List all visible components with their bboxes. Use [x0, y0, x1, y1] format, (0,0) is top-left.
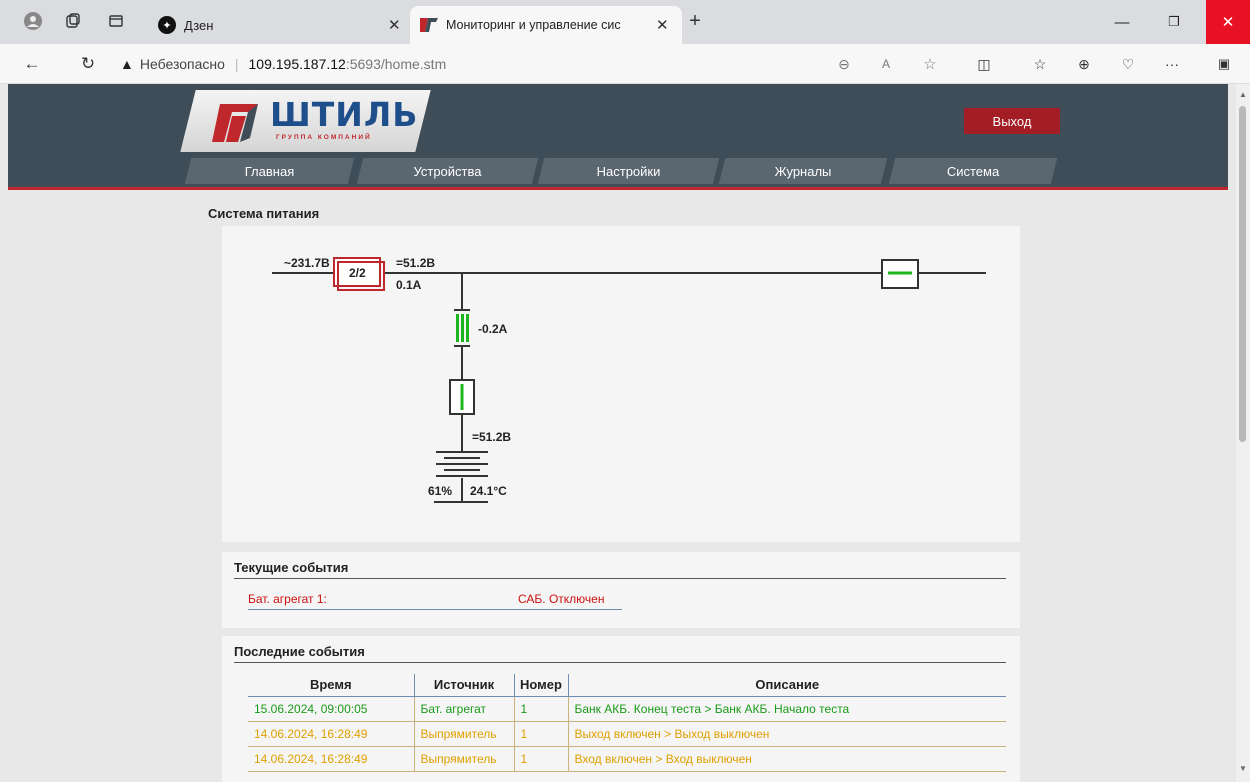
menu-item-settings[interactable]: Настройки: [537, 158, 720, 184]
tab-title: Дзен: [184, 17, 214, 33]
table-row: 14.06.2024, 16:28:49 Выпрямитель 1 Выход…: [248, 721, 1006, 747]
menu-label: Главная: [244, 163, 295, 179]
cell-source: Выпрямитель: [413, 746, 514, 772]
table-row: 15.06.2024, 09:00:05 Бат. агрегат 1 Банк…: [248, 696, 1006, 722]
menu-label: Устройства: [413, 163, 482, 179]
shtil-logo: ШТИЛЬ ГРУППА КОМПАНИЙ: [180, 90, 431, 152]
last-events-panel: Последние события Время Источник Номер О…: [222, 636, 1020, 782]
restore-icon[interactable]: ❐: [1152, 0, 1196, 44]
cell-time: 14.06.2024, 16:28:49: [248, 721, 414, 747]
menu-label: Система: [946, 163, 1000, 179]
favorite-star-icon[interactable]: ☆: [918, 52, 942, 76]
menu-label: Журналы: [774, 163, 832, 179]
page-content: ШТИЛЬ ГРУППА КОМПАНИЙ Выход Главная Устр…: [8, 84, 1228, 782]
tab-dzen[interactable]: ✦ Дзен ✕: [158, 6, 408, 44]
sidebar-toggle-icon[interactable]: ▣: [1212, 52, 1236, 76]
tab-actions-icon[interactable]: [105, 10, 127, 32]
cell-description: Банк АКБ. Конец теста > Банк АКБ. Начало…: [567, 696, 1006, 722]
col-time: Время: [248, 674, 414, 697]
site-header: ШТИЛЬ ГРУППА КОМПАНИЙ Выход Главная Устр…: [8, 84, 1228, 190]
cell-number: 1: [513, 746, 568, 772]
minimize-icon[interactable]: —: [1100, 0, 1144, 44]
menu-label: Настройки: [596, 163, 661, 179]
menu-item-logs[interactable]: Журналы: [718, 158, 888, 184]
read-aloud-icon[interactable]: A: [874, 52, 898, 76]
menu-item-system[interactable]: Система: [888, 158, 1058, 184]
last-events-table: Время Источник Номер Описание 15.06.2024…: [248, 674, 1006, 772]
col-number: Номер: [513, 674, 568, 697]
battery-current: -0.2A: [478, 322, 508, 336]
power-system-title: Система питания: [208, 206, 320, 221]
page-scrollbar[interactable]: ▲ ▼: [1236, 84, 1250, 782]
close-tab-icon[interactable]: ✕: [388, 16, 401, 34]
divider: [234, 578, 1006, 579]
divider: [234, 662, 1006, 663]
col-source: Источник: [413, 674, 514, 697]
health-icon[interactable]: ♡: [1116, 52, 1140, 76]
security-label: Небезопасно: [139, 56, 225, 72]
battery-icon: [436, 451, 488, 477]
browser-tab-bar: ✦ Дзен ✕ Мониторинг и управление сис ✕ +…: [0, 0, 1250, 44]
logo-subtitle: ГРУППА КОМПАНИЙ: [276, 134, 372, 141]
load-current: 0.1A: [396, 278, 422, 292]
current-event-row: Бат. агрегат 1: САБ. Отключен: [248, 592, 622, 610]
cell-source: Выпрямитель: [413, 721, 514, 747]
scroll-up-icon[interactable]: ▲: [1239, 90, 1247, 99]
last-events-title: Последние события: [234, 644, 365, 659]
warning-icon: ▲: [120, 56, 134, 72]
profile-icon[interactable]: [22, 10, 44, 32]
url-divider: |: [234, 56, 239, 72]
address-bar-row: ← ↻ ▲ Небезопасно | 109.195.187.12 :5693…: [0, 44, 1250, 84]
url-path: :5693/home.stm: [345, 56, 447, 72]
col-description: Описание: [567, 674, 1006, 697]
shtil-favicon-icon: [420, 18, 438, 32]
favorites-icon[interactable]: ☆: [1028, 52, 1052, 76]
current-events-panel: Текущие события Бат. агрегат 1: САБ. Отк…: [222, 552, 1020, 628]
dzen-icon: ✦: [158, 16, 176, 34]
tab-monitoring[interactable]: Мониторинг и управление сис ✕: [410, 6, 682, 44]
scroll-down-icon[interactable]: ▼: [1239, 764, 1247, 773]
shunt-icon: [456, 314, 459, 342]
new-tab-icon[interactable]: +: [684, 10, 706, 32]
split-screen-icon[interactable]: ◫: [972, 52, 996, 76]
back-icon[interactable]: ←: [20, 52, 44, 76]
close-window-icon[interactable]: ✕: [1206, 0, 1250, 44]
cell-description: Вход включен > Вход выключен: [567, 746, 1006, 772]
logo-text: ШТИЛЬ: [270, 95, 419, 134]
url-host: 109.195.187.12: [248, 56, 346, 72]
ac-voltage: ~231.7В: [284, 256, 330, 270]
workspaces-icon[interactable]: [62, 10, 84, 32]
cell-time: 14.06.2024, 16:28:49: [248, 746, 414, 772]
zoom-icon[interactable]: ⊖: [832, 52, 856, 76]
battery-charge: 61%: [428, 484, 453, 498]
exit-button[interactable]: Выход: [964, 108, 1060, 134]
rectifier-count: 2/2: [349, 266, 366, 280]
cell-number: 1: [513, 721, 568, 747]
scrollbar-thumb[interactable]: [1239, 106, 1246, 442]
battery-voltage: =51.2В: [472, 430, 512, 444]
more-icon[interactable]: ···: [1160, 52, 1184, 76]
table-row: 14.06.2024, 16:28:49 Выпрямитель 1 Вход …: [248, 746, 1006, 772]
current-events-title: Текущие события: [234, 560, 349, 575]
tab-title: Мониторинг и управление сис: [446, 18, 621, 32]
event-state: САБ. Отключен: [518, 592, 605, 606]
reload-icon[interactable]: ↻: [76, 52, 100, 76]
cell-description: Выход включен > Выход выключен: [567, 721, 1006, 747]
close-tab-icon[interactable]: ✕: [656, 16, 669, 34]
table-header: Время Источник Номер Описание: [248, 674, 1006, 697]
cell-source: Бат. агрегат: [413, 696, 514, 722]
menu-item-home[interactable]: Главная: [184, 158, 355, 184]
battery-temperature: 24.1°C: [470, 484, 507, 498]
menu-item-devices[interactable]: Устройства: [356, 158, 539, 184]
collections-icon[interactable]: ⊕: [1072, 52, 1096, 76]
cell-number: 1: [513, 696, 568, 722]
dc-voltage: =51.2В: [396, 256, 436, 270]
power-diagram: ~231.7В 2/2 =51.2В 0.1A -0.2A =51.2В 61%…: [222, 226, 1020, 542]
event-source: Бат. агрегат 1:: [248, 592, 327, 606]
cell-time: 15.06.2024, 09:00:05: [248, 696, 414, 722]
